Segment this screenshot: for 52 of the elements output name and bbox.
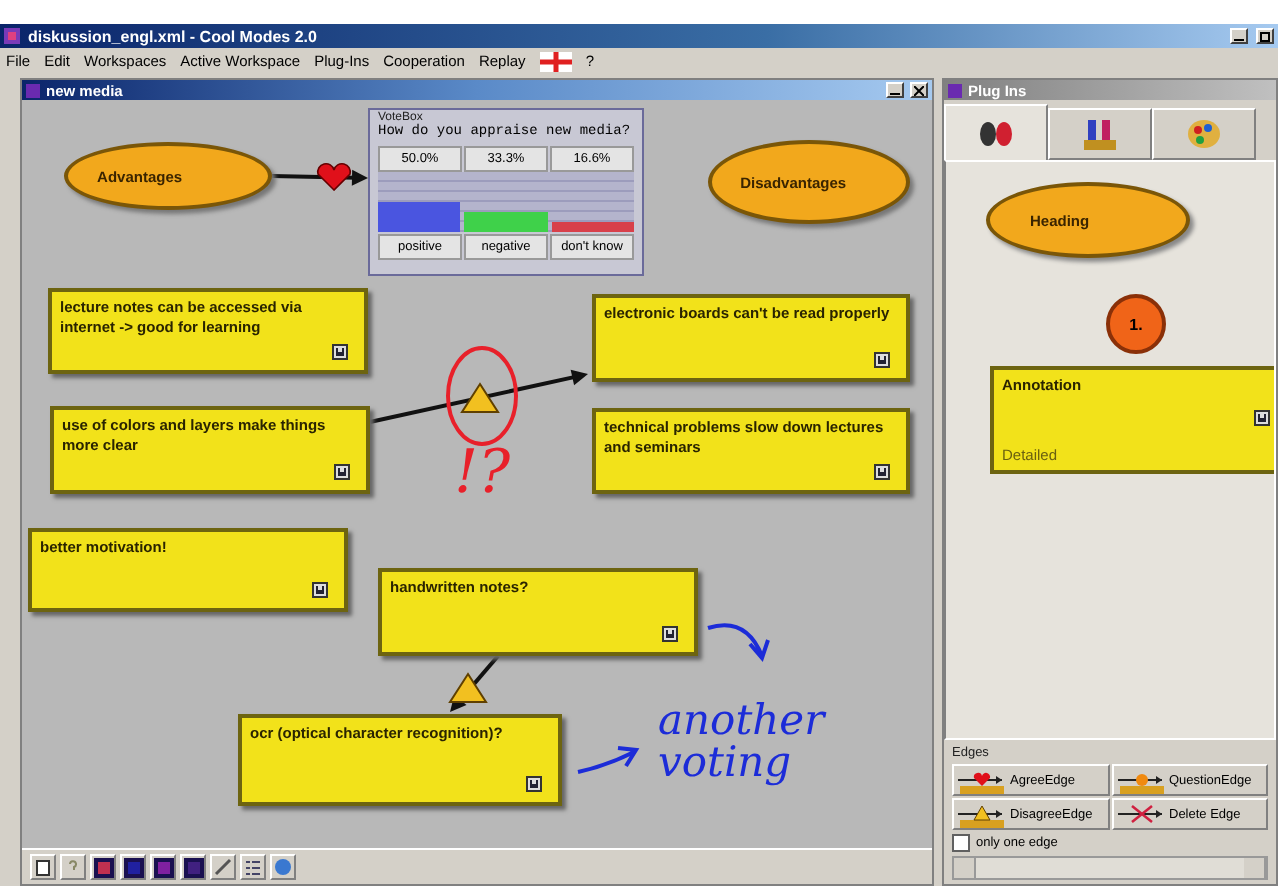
help-icon <box>68 860 78 874</box>
panel-icon <box>948 83 962 97</box>
note-icon[interactable] <box>334 464 350 480</box>
page-button[interactable] <box>30 854 56 880</box>
delete-edge-icon <box>1117 801 1165 827</box>
disagree-edge-icon <box>958 801 1006 827</box>
note-icon[interactable] <box>312 582 328 598</box>
page-icon <box>36 859 50 875</box>
number-circle[interactable]: 1. <box>1106 294 1166 354</box>
figures-icon <box>1082 118 1118 150</box>
hand-drawn-arrow <box>576 746 638 774</box>
disagree-edge[interactable] <box>369 369 588 424</box>
globe-button[interactable] <box>270 854 296 880</box>
globe-icon <box>274 858 292 876</box>
people-icon <box>976 119 1016 147</box>
hand-drawn-arrow <box>706 623 770 660</box>
handwritten-text: !? <box>454 444 513 504</box>
checkbox[interactable] <box>952 834 970 852</box>
maximize-button[interactable] <box>1256 28 1274 44</box>
app-icon <box>4 28 20 44</box>
flag-icon[interactable] <box>539 51 572 71</box>
palette-icon <box>1186 118 1222 150</box>
plugin-tab[interactable] <box>944 104 1048 160</box>
disagree-edge[interactable] <box>448 654 500 712</box>
layer-button[interactable] <box>180 854 206 880</box>
agree-edge[interactable] <box>271 162 368 191</box>
pen-button[interactable] <box>210 854 236 880</box>
note-icon[interactable] <box>874 352 890 368</box>
close-button[interactable] <box>910 82 928 98</box>
window-title: diskussion_engl.xml - Cool Modes 2.0 <box>28 27 317 45</box>
note-icon[interactable] <box>526 776 542 792</box>
pen-icon <box>214 858 232 876</box>
layer-button[interactable] <box>150 854 176 880</box>
list-icon <box>244 858 262 876</box>
workspace-icon <box>26 83 40 97</box>
list-button[interactable] <box>240 854 266 880</box>
close-icon <box>914 85 924 95</box>
handwritten-text: another voting <box>658 700 829 784</box>
minimize-button[interactable] <box>1230 28 1248 44</box>
note-icon[interactable] <box>332 344 348 360</box>
note-icon[interactable] <box>662 626 678 642</box>
agree-edge-icon <box>958 767 1006 793</box>
plugin-tab[interactable] <box>1048 108 1152 160</box>
note-icon[interactable] <box>874 464 890 480</box>
horizontal-scrollbar[interactable] <box>952 856 1268 880</box>
help-button[interactable] <box>60 854 86 880</box>
minimize-button[interactable] <box>886 82 904 98</box>
layer-button[interactable] <box>120 854 146 880</box>
hand-drawn-circle <box>446 346 518 446</box>
maximize-icon <box>1260 31 1270 41</box>
note-icon[interactable] <box>1254 410 1270 426</box>
layer-button[interactable] <box>90 854 116 880</box>
